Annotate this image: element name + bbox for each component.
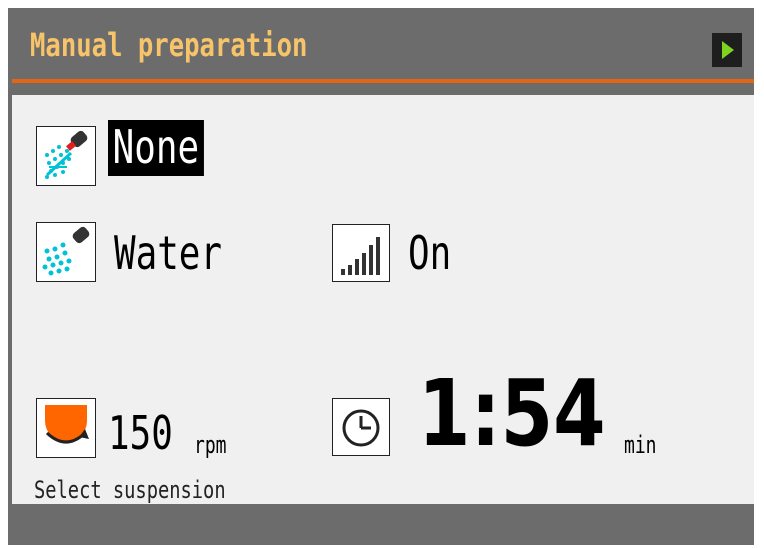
liquid-value[interactable]: Water [114, 230, 222, 276]
clock-icon[interactable] [332, 398, 390, 456]
next-button[interactable] [712, 33, 742, 67]
time-unit: min [624, 431, 657, 459]
time-value[interactable]: 1:54 [418, 368, 606, 460]
preparation-mode-value[interactable]: None [108, 120, 204, 176]
speed-value[interactable]: 150 [108, 410, 173, 456]
spray-icon[interactable] [36, 126, 96, 186]
speed-unit: rpm [194, 431, 227, 459]
play-right-icon [722, 41, 734, 59]
spray-icon[interactable] [36, 222, 96, 282]
device-screen: Manual preparation None Water On 150 rpm… [8, 8, 754, 545]
intensity-value[interactable]: On [408, 230, 451, 276]
footer-bar [8, 506, 754, 545]
page-title: Manual preparation [30, 26, 308, 64]
status-text: Select suspension [34, 476, 226, 504]
header-bar: Manual preparation [8, 8, 754, 78]
signal-bars-icon[interactable] [332, 224, 390, 282]
rotation-disc-icon[interactable] [36, 398, 96, 458]
header-accent-line [12, 79, 754, 83]
